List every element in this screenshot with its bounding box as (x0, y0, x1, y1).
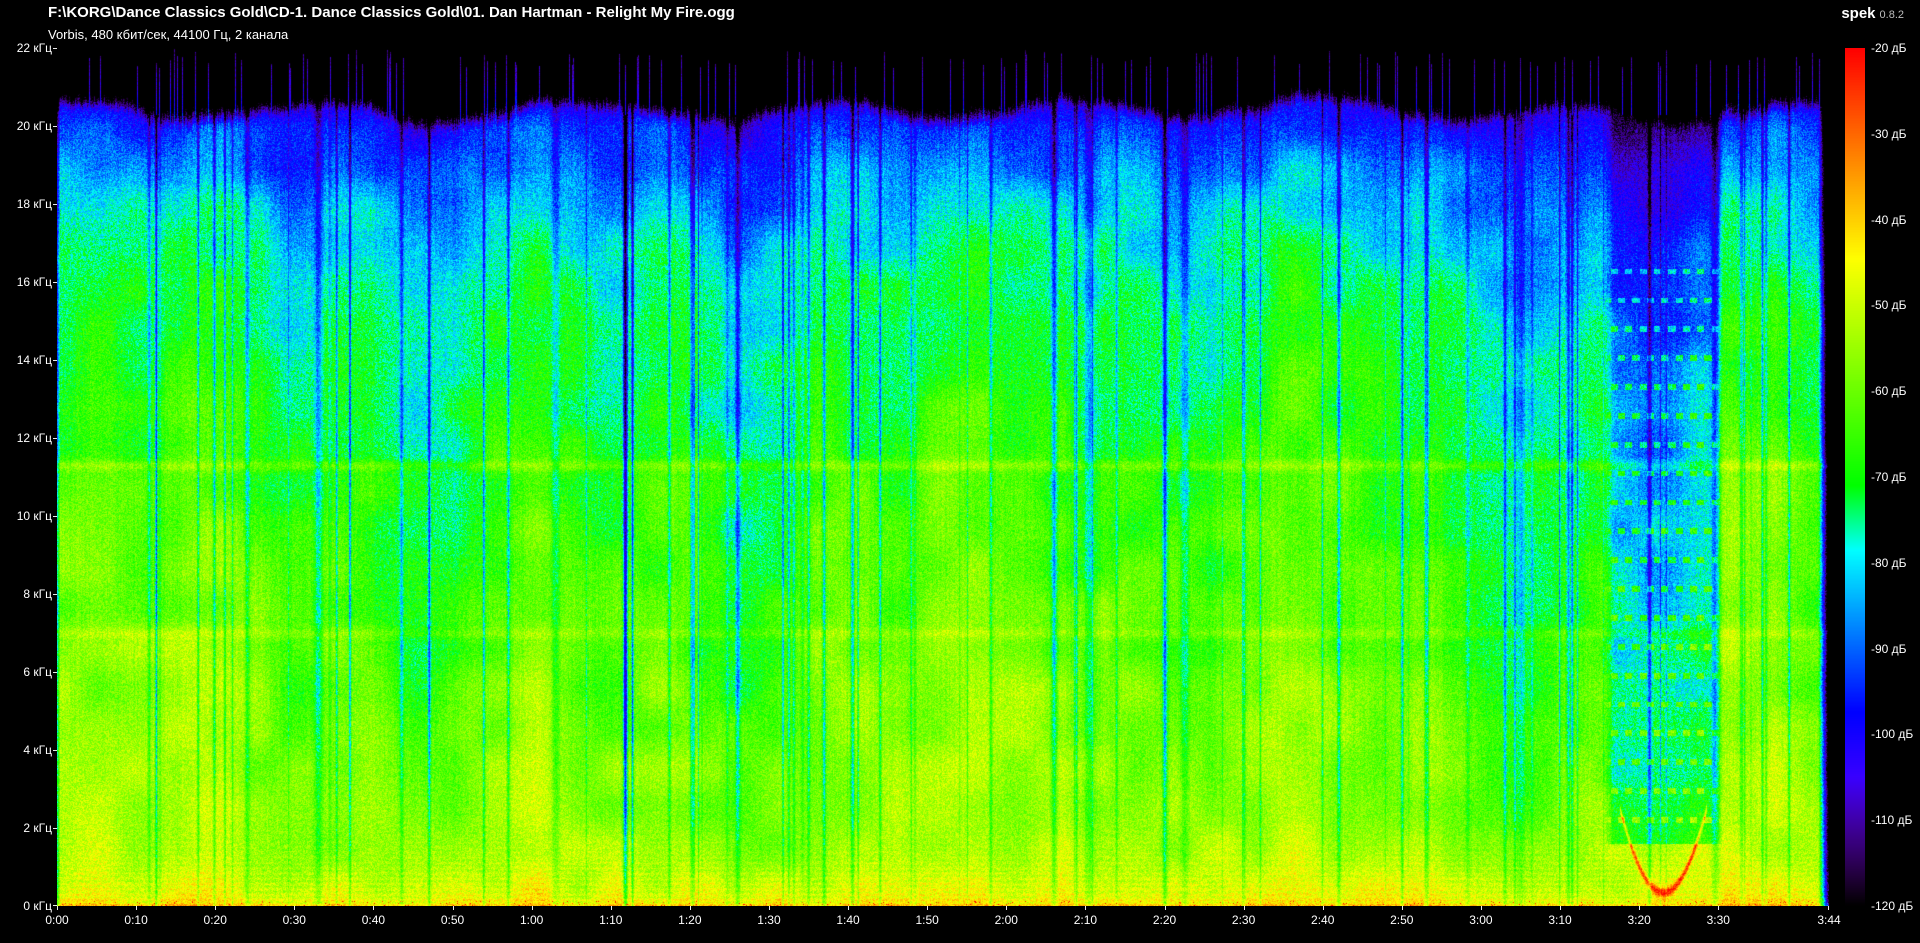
time-axis-label: 1:00 (519, 913, 544, 927)
time-axis-label: 2:10 (1073, 913, 1098, 927)
time-axis-tick (768, 906, 770, 910)
file-path: F:\KORG\Dance Classics Gold\CD-1. Dance … (48, 4, 735, 21)
freq-axis-label: 14 кГц (16, 353, 52, 367)
time-axis-tick (927, 906, 929, 910)
freq-axis-tick (53, 204, 57, 205)
time-axis-label: 3:20 (1627, 913, 1651, 927)
freq-axis-tick (53, 126, 57, 127)
time-axis-label: 2:20 (1152, 913, 1177, 927)
time-axis-tick (1243, 906, 1245, 910)
freq-axis-tick (53, 750, 57, 751)
freq-axis-tick (53, 360, 57, 361)
time-axis-label: 0:00 (45, 913, 69, 927)
freq-axis-tick (53, 282, 57, 283)
db-axis-label: -110 дБ (1871, 813, 1913, 828)
db-axis-label: -80 дБ (1871, 555, 1907, 570)
time-axis-tick (1322, 906, 1324, 910)
time-axis-tick (531, 906, 533, 910)
stream-info: Vorbis, 480 кбит/сек, 44100 Гц, 2 канала (48, 27, 289, 42)
time-axis-tick (57, 906, 58, 910)
time-axis-label: 0:50 (440, 913, 465, 927)
time-axis-label: 2:50 (1390, 913, 1414, 927)
freq-axis-tick (53, 672, 57, 673)
db-axis-label: -60 дБ (1871, 384, 1907, 399)
db-axis-label: -50 дБ (1871, 298, 1907, 313)
time-axis-tick (1560, 906, 1562, 910)
freq-axis-label: 18 кГц (16, 197, 52, 211)
db-axis-label: -30 дБ (1871, 126, 1907, 141)
time-axis-label: 1:40 (836, 913, 860, 927)
time-axis-label: 1:50 (915, 913, 939, 927)
time-axis-tick (689, 906, 691, 910)
time-axis-tick (1718, 906, 1720, 910)
time-axis-label: 1:30 (757, 913, 781, 927)
time-axis-tick (1164, 906, 1166, 910)
freq-axis-label: 8 кГц (23, 587, 52, 601)
time-axis-tick (136, 906, 138, 910)
time-axis-tick (1639, 906, 1641, 910)
db-axis-label: -20 дБ (1871, 41, 1907, 55)
freq-axis-tick (53, 48, 57, 49)
freq-axis-label: 2 кГц (23, 821, 52, 835)
app-brand: spek 0.8.2 (1841, 5, 1904, 22)
freq-axis-tick (53, 438, 57, 439)
db-axis-label: -90 дБ (1871, 641, 1907, 656)
time-axis-tick (294, 906, 296, 910)
db-axis-label: -100 дБ (1871, 727, 1914, 742)
time-axis-label: 0:10 (124, 913, 148, 927)
db-legend-gradient (1845, 48, 1865, 906)
time-axis-label: 2:00 (994, 913, 1018, 927)
spectrogram-canvas (57, 48, 1829, 906)
freq-axis-tick (53, 516, 57, 517)
time-axis-tick (1401, 906, 1403, 910)
time-axis-tick (1828, 906, 1829, 910)
time-axis-label: 1:10 (599, 913, 623, 927)
time-axis-tick (848, 906, 850, 910)
time-axis-tick (215, 906, 217, 910)
time-axis-label: 3:00 (1469, 913, 1493, 927)
db-axis-label: -70 дБ (1871, 470, 1907, 484)
db-axis-label: -40 дБ (1871, 212, 1907, 227)
freq-axis-tick (53, 594, 57, 595)
time-axis-tick (1085, 906, 1087, 910)
time-axis-label: 0:30 (282, 913, 306, 927)
freq-axis-label: 16 кГц (16, 275, 52, 289)
freq-axis-label: 10 кГц (16, 509, 52, 523)
time-axis-tick (452, 906, 454, 910)
time-axis-label: 0:40 (361, 913, 386, 927)
freq-axis-label: 12 кГц (16, 431, 52, 445)
freq-axis-label: 20 кГц (16, 119, 52, 133)
time-axis-tick (1006, 906, 1008, 910)
freq-axis-tick (53, 828, 57, 829)
app-name: spek (1841, 5, 1876, 22)
time-axis-label: 3:44 (1817, 913, 1841, 927)
time-axis-label: 0:20 (203, 913, 227, 927)
time-axis-label: 3:10 (1548, 913, 1572, 927)
time-axis-label: 2:30 (1231, 913, 1256, 927)
time-axis-tick (1480, 906, 1482, 910)
time-axis-label: 1:20 (678, 913, 702, 927)
freq-axis-label: 4 кГц (23, 743, 52, 757)
freq-axis-label: 22 кГц (16, 41, 52, 55)
time-axis-tick (373, 906, 375, 910)
time-axis-label: 2:40 (1311, 913, 1335, 927)
time-axis-label: 3:30 (1706, 913, 1730, 927)
app-version: 0.8.2 (1879, 9, 1904, 21)
time-axis-tick (610, 906, 612, 910)
db-axis-label: -120 дБ (1871, 899, 1914, 913)
freq-axis-label: 6 кГц (23, 665, 52, 679)
